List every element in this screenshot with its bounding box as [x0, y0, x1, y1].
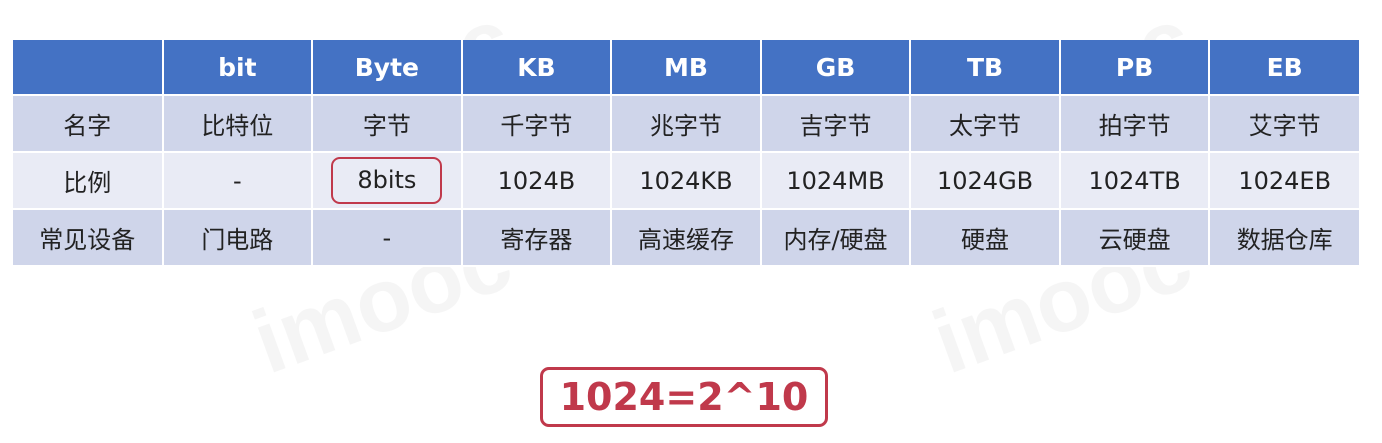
table-cell: 高速缓存 [611, 209, 762, 267]
table-row-devices: 常见设备 门电路 - 寄存器 高速缓存 内存/硬盘 硬盘 云硬盘 数据仓库 [13, 209, 1359, 267]
table-cell: - [312, 209, 463, 267]
table-cell: 艾字节 [1209, 95, 1359, 153]
table-cell: 硬盘 [910, 209, 1061, 267]
formula-callout: 1024=2^10 [540, 367, 828, 427]
table-cell: 1024KB [611, 152, 762, 210]
table-cell: 兆字节 [611, 95, 762, 153]
table-header-row: bit Byte KB MB GB TB PB EB [13, 40, 1359, 96]
table-cell: 比特位 [162, 95, 314, 153]
table-cell: 1024GB [910, 152, 1061, 210]
table-cell: 太字节 [910, 95, 1061, 153]
table-cell: 1024MB [760, 152, 912, 210]
storage-units-table: bit Byte KB MB GB TB PB EB 名字 比特位 字节 千字节… [13, 40, 1359, 267]
table-cell: 数据仓库 [1209, 209, 1359, 267]
header-cell-pb: PB [1059, 40, 1211, 96]
table-cell: 吉字节 [760, 95, 912, 153]
row-label: 比例 [13, 152, 164, 210]
header-cell-eb: EB [1209, 40, 1359, 96]
row-label: 名字 [13, 95, 164, 153]
header-cell-byte: Byte [312, 40, 463, 96]
table-row-name: 名字 比特位 字节 千字节 兆字节 吉字节 太字节 拍字节 艾字节 [13, 95, 1359, 153]
table-row-ratio: 比例 - 8bits 1024B 1024KB 1024MB 1024GB 10… [13, 152, 1359, 210]
header-cell-tb: TB [910, 40, 1061, 96]
table-cell: 1024EB [1209, 152, 1359, 210]
header-cell-kb: KB [461, 40, 613, 96]
table-cell-highlighted: 8bits [312, 152, 463, 210]
table-cell: 1024TB [1059, 152, 1211, 210]
highlight-box: 8bits [331, 156, 443, 205]
table-cell: 云硬盘 [1059, 209, 1211, 267]
table-cell: 1024B [461, 152, 613, 210]
header-cell-bit: bit [162, 40, 314, 96]
header-cell-empty [13, 40, 164, 96]
table-cell: 门电路 [162, 209, 314, 267]
header-cell-gb: GB [760, 40, 912, 96]
table-cell: 拍字节 [1059, 95, 1211, 153]
row-label: 常见设备 [13, 209, 164, 267]
table-cell: 寄存器 [461, 209, 613, 267]
table-cell: 字节 [312, 95, 463, 153]
table-cell: 内存/硬盘 [760, 209, 912, 267]
header-cell-mb: MB [611, 40, 762, 96]
table-cell: 千字节 [461, 95, 613, 153]
table-cell: - [162, 152, 314, 210]
